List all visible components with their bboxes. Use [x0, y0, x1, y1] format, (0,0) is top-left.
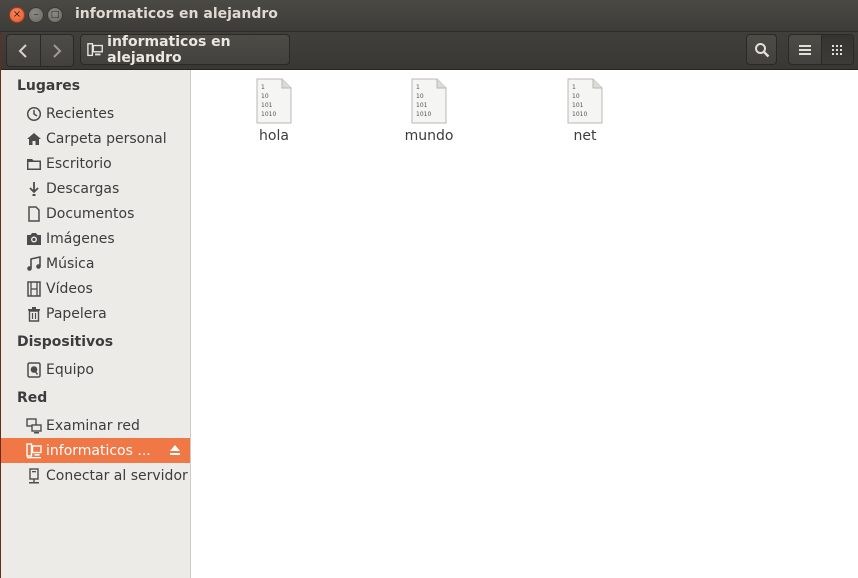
close-window-button[interactable]: × [9, 7, 25, 23]
title-bar: × – □ informaticos en alejandro [0, 0, 858, 32]
grid-view-button[interactable] [820, 35, 853, 64]
file-manager-window: × – □ informaticos en alejandro informat… [0, 0, 858, 578]
sidebar-item-label: Escritorio [46, 155, 112, 172]
file-item[interactable]: 1 10 101 1010 net [535, 78, 635, 144]
network-icon [25, 417, 43, 435]
document-icon [25, 205, 43, 223]
path-label: informaticos en alejandro [107, 33, 231, 66]
network-share-icon [25, 442, 43, 460]
svg-text:101: 101 [572, 102, 584, 109]
sidebar-item-label: Imágenes [46, 230, 115, 247]
sidebar-item-equipo[interactable]: Equipo [0, 357, 190, 382]
sidebar-item-videos[interactable]: Vídeos [0, 276, 190, 301]
film-icon [25, 280, 43, 298]
toolbar: informaticos en alejandro [0, 32, 858, 70]
trash-icon [25, 305, 43, 323]
sidebar-item-label: Música [46, 255, 95, 272]
sidebar-item-informaticos[interactable]: informaticos ... [0, 438, 190, 463]
sidebar-item-label: Conectar al servidor [46, 467, 188, 484]
sidebar-item-documentos[interactable]: Documentos [0, 201, 190, 226]
svg-text:101: 101 [261, 102, 273, 109]
sidebar-item-musica[interactable]: Música [0, 251, 190, 276]
server-icon [25, 467, 43, 485]
file-item[interactable]: 1 10 101 1010 hola [224, 78, 324, 144]
file-view: 1 10 101 1010 hola 1 10 101 1010 mundo 1 [191, 70, 858, 578]
sidebar-item-label: informaticos ... [46, 442, 151, 459]
network-share-icon [87, 42, 103, 56]
file-item[interactable]: 1 10 101 1010 mundo [379, 78, 479, 144]
sidebar-item-papelera[interactable]: Papelera [0, 301, 190, 326]
sidebar-item-descargas[interactable]: Descargas [0, 176, 190, 201]
folder-icon [25, 155, 43, 173]
maximize-window-button[interactable]: □ [47, 7, 63, 23]
path-bar-button[interactable]: informaticos en alejandro [80, 33, 290, 66]
eject-icon [170, 445, 180, 455]
binary-file-icon: 1 10 101 1010 [256, 78, 292, 124]
navigation-buttons [6, 34, 74, 67]
svg-text:1: 1 [416, 84, 420, 91]
svg-text:1010: 1010 [416, 111, 431, 118]
minimize-icon: – [33, 9, 39, 20]
search-button[interactable] [746, 34, 777, 65]
sidebar-header-red: Red [17, 390, 48, 406]
sidebar-item-label: Vídeos [46, 280, 93, 297]
list-view-icon [798, 44, 811, 55]
home-icon [25, 130, 43, 148]
sidebar-item-imagenes[interactable]: Imágenes [0, 226, 190, 251]
sidebar: Lugares Recientes Carpeta personal Escri… [0, 70, 191, 578]
sidebar-item-recientes[interactable]: Recientes [0, 101, 190, 126]
svg-text:1010: 1010 [572, 111, 587, 118]
file-name: mundo [404, 128, 454, 144]
sidebar-item-label: Papelera [46, 305, 107, 322]
svg-text:101: 101 [416, 102, 428, 109]
view-mode-buttons [788, 34, 854, 65]
eject-button[interactable] [169, 444, 181, 460]
sidebar-item-examinar-red[interactable]: Examinar red [0, 413, 190, 438]
drive-icon [25, 361, 43, 379]
file-name: hola [259, 128, 289, 144]
back-button[interactable] [7, 35, 40, 66]
chevron-left-icon [18, 43, 27, 58]
sidebar-item-label: Examinar red [46, 417, 140, 434]
svg-text:1010: 1010 [261, 111, 276, 118]
maximize-icon: □ [50, 9, 60, 20]
list-view-button[interactable] [789, 35, 821, 64]
sidebar-item-escritorio[interactable]: Escritorio [0, 151, 190, 176]
sidebar-header-lugares: Lugares [17, 78, 81, 94]
search-icon [754, 42, 769, 57]
sidebar-item-label: Carpeta personal [46, 130, 167, 147]
sidebar-item-carpeta-personal[interactable]: Carpeta personal [0, 126, 190, 151]
sidebar-item-conectar-al-servidor[interactable]: Conectar al servidor [0, 463, 190, 488]
binary-file-icon: 1 10 101 1010 [567, 78, 603, 124]
binary-file-icon: 1 10 101 1010 [411, 78, 447, 124]
music-icon [25, 255, 43, 273]
minimize-window-button[interactable]: – [28, 7, 44, 23]
svg-text:10: 10 [416, 93, 424, 100]
sidebar-header-dispositivos: Dispositivos [17, 334, 114, 350]
download-icon [25, 180, 43, 198]
file-name: net [573, 128, 597, 144]
svg-text:1: 1 [261, 84, 265, 91]
sidebar-item-label: Documentos [46, 205, 135, 222]
window-frame-edge [0, 32, 1, 578]
svg-text:10: 10 [572, 93, 580, 100]
sidebar-item-label: Equipo [46, 361, 94, 378]
svg-text:10: 10 [261, 93, 269, 100]
forward-button[interactable] [39, 35, 74, 66]
sidebar-item-label: Descargas [46, 180, 120, 197]
chevron-right-icon [53, 43, 62, 58]
window-title: informaticos en alejandro [75, 6, 278, 22]
clock-icon [25, 105, 43, 123]
svg-text:1: 1 [572, 84, 576, 91]
close-icon: × [12, 9, 22, 20]
camera-icon [25, 230, 43, 248]
sidebar-item-label: Recientes [46, 105, 115, 122]
grid-view-icon [832, 44, 843, 55]
